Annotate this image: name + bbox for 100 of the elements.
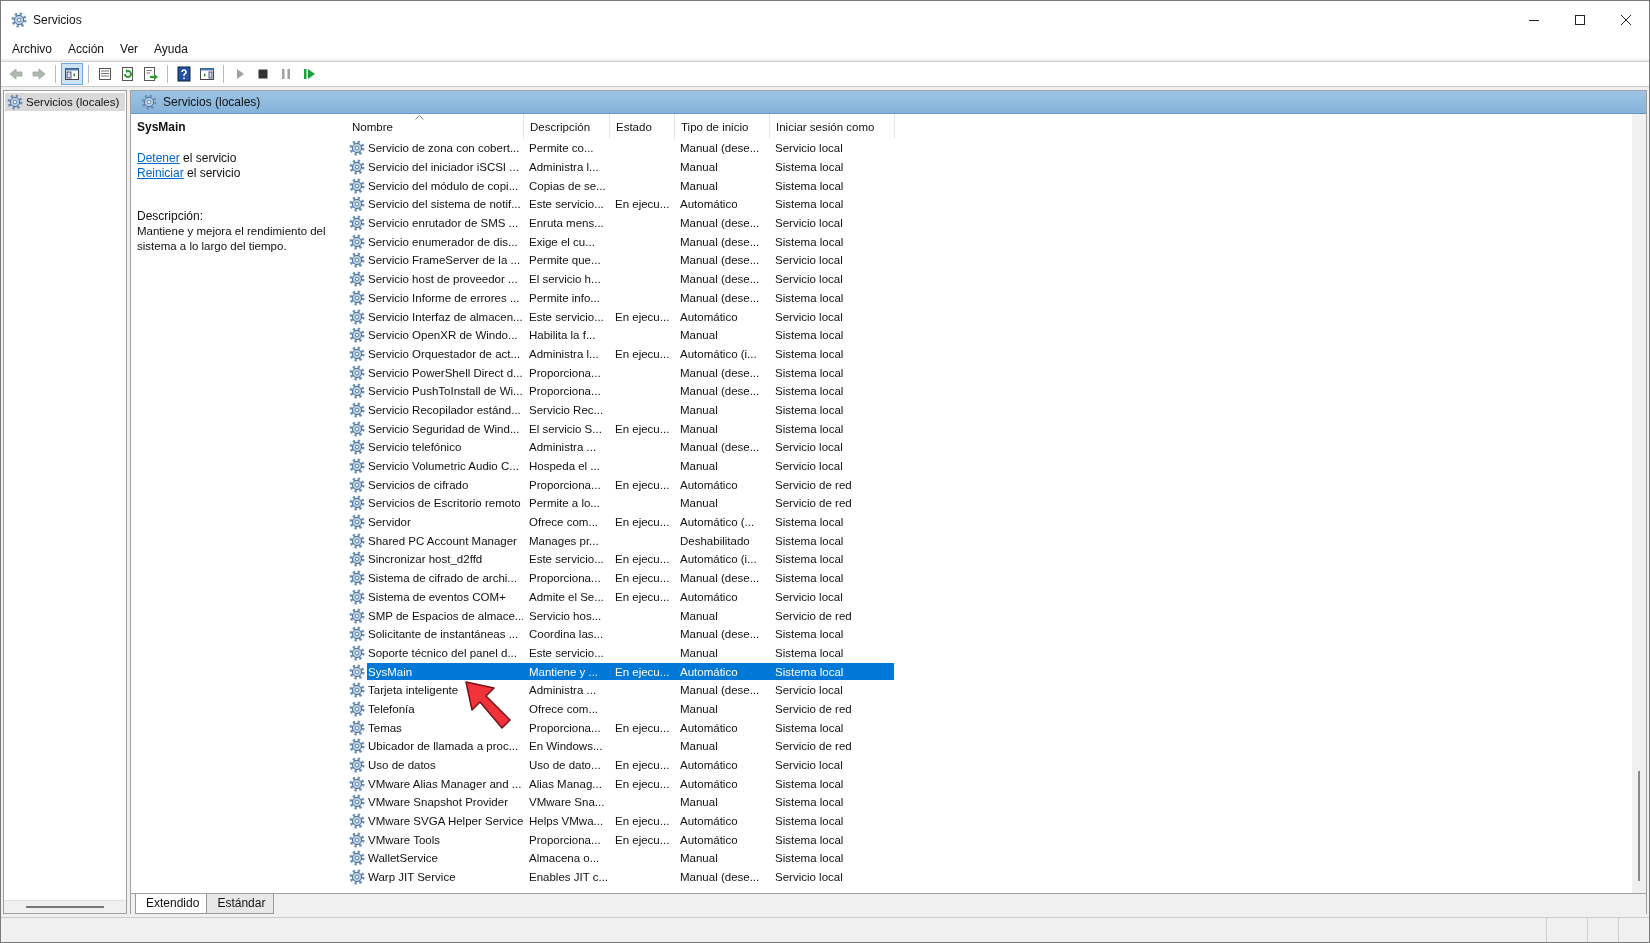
panel-button[interactable]: [61, 63, 83, 85]
service-icon: [349, 626, 365, 643]
table-row[interactable]: Uso de datos Uso de dato... En ejecu... Automático Servicio local: [367, 756, 894, 774]
startup-type-cell: Automático: [680, 665, 738, 678]
table-row[interactable]: Servicios de cifrado Proporciona... En ejecu... Automático Servicio de red: [367, 476, 894, 494]
table-row[interactable]: Servicio PowerShell Direct d... Proporciona... Manual (dese... Sistema local: [367, 364, 894, 382]
column-header[interactable]: Estado: [610, 114, 675, 139]
table-row[interactable]: Sincronizar host_d2ffd Este servicio... En ejecu... Automático (i... Sistema local: [367, 550, 894, 568]
description-cell: Exige el cu...: [529, 235, 595, 248]
table-row[interactable]: Servicio Recopilador estánd... Servicio Rec... Manual Sistema local: [367, 401, 894, 419]
startup-type-cell: Manual (dese...: [680, 366, 760, 379]
table-row[interactable]: Temas Proporciona... En ejecu... Automático Sistema local: [367, 719, 894, 737]
description-cell: Servicio Rec...: [529, 403, 604, 416]
table-row[interactable]: Servicio host de proveedor ... El servicio h... Manual (dese... Servicio local: [367, 270, 894, 288]
table-row[interactable]: Shared PC Account Manager Manages pr... Deshabilitado Sistema local: [367, 532, 894, 550]
forward-arrow-icon: [31, 66, 47, 82]
table-row[interactable]: Servicio Informe de errores ... Permite info... Manual (dese... Sistema local: [367, 289, 894, 307]
table-row[interactable]: Sistema de eventos COM+ Admite el Se... En ejecu... Automático Servicio local: [367, 588, 894, 606]
service-name-cell: Servicio Informe de errores ...: [368, 291, 520, 304]
service-name-cell: Servicio OpenXR de Windo...: [368, 329, 518, 342]
table-row[interactable]: Servicio OpenXR de Windo... Habilita la f... Manual Sistema local: [367, 326, 894, 344]
logon-cell: Sistema local: [775, 553, 844, 566]
table-row[interactable]: Sistema de cifrado de archi... Proporciona... En ejecu... Manual (dese... Sistema local: [367, 569, 894, 587]
scrollbar-thumb[interactable]: [1638, 771, 1640, 881]
table-row[interactable]: VMware Alias Manager and ... Alias Manag... En ejecu... Automático Sistema local: [367, 775, 894, 793]
startup-type-cell: Manual: [680, 403, 718, 416]
table-row[interactable]: Tarjeta inteligente Administra ... Manual (dese... Servicio local: [367, 681, 894, 699]
description-cell: Servicio hos...: [529, 609, 602, 622]
service-icon: [349, 177, 365, 194]
service-name-cell: Soporte técnico del panel d...: [368, 646, 517, 659]
table-row[interactable]: Ubicador de llamada a proc... En Windows... Manual Servicio de red: [367, 737, 894, 755]
table-row[interactable]: Servicio del sistema de notif... Este servicio... En ejecu... Automático Sistema local: [367, 195, 894, 213]
view-tab[interactable]: Estándar: [206, 894, 275, 914]
service-icon: [349, 551, 365, 568]
menu-item[interactable]: Archivo: [4, 42, 60, 56]
startup-type-cell: Automático: [680, 777, 738, 790]
logon-cell: Servicio local: [775, 217, 843, 230]
table-row[interactable]: Solicitante de instantáneas ... Coordina las... Manual (dese... Sistema local: [367, 625, 894, 643]
service-name-cell: Sistema de eventos COM+: [368, 590, 506, 603]
service-name-cell: Servicio enrutador de SMS ...: [368, 217, 519, 230]
table-row[interactable]: Servicio Volumetric Audio C... Hospeda el ... Manual Servicio local: [367, 457, 894, 475]
service-icon: [349, 233, 365, 250]
table-row[interactable]: Servicio telefónico Administra ... Manual (dese... Servicio local: [367, 438, 894, 456]
table-row[interactable]: Servicio FrameServer de la ... Permite que... Manual (dese... Servicio local: [367, 251, 894, 269]
status-cell: En ejecu...: [615, 516, 670, 529]
description-cell: Permite info...: [529, 291, 600, 304]
table-row[interactable]: VMware Snapshot Provider VMware Sna... Manual Sistema local: [367, 793, 894, 811]
table-row[interactable]: Servicio PushToInstall de Wi... Proporciona... Manual (dese... Sistema local: [367, 382, 894, 400]
logon-cell: Servicio local: [775, 460, 843, 473]
table-row[interactable]: SMP de Espacios de almace... Servicio hos... Manual Servicio de red: [367, 607, 894, 625]
service-name-cell: Telefonía: [368, 702, 415, 715]
column-header[interactable]: Nombre: [343, 114, 524, 139]
description-cell: Enruta mens...: [529, 217, 604, 230]
table-row[interactable]: Servicio Orquestador de act... Administra l... En ejecu... Automático (i... Sistema local: [367, 345, 894, 363]
table-row[interactable]: Servicios de Escritorio remoto Permite a lo... Manual Servicio de red: [367, 494, 894, 512]
link[interactable]: Reiniciar: [137, 166, 184, 180]
table-row[interactable]: Servicio enrutador de SMS ... Enruta mens... Manual (dese... Servicio local: [367, 214, 894, 232]
menu-item[interactable]: Ayuda: [146, 42, 196, 56]
description-cell: Proporciona...: [529, 833, 601, 846]
table-row[interactable]: WalletService Almacena o... Manual Sistema local: [367, 849, 894, 867]
description-cell: Este servicio...: [529, 553, 604, 566]
status-cell: En ejecu...: [615, 198, 670, 211]
menu-item[interactable]: Ver: [112, 42, 147, 56]
logon-cell: Sistema local: [775, 628, 844, 641]
scrollbar-thumb[interactable]: [26, 906, 104, 908]
service-name-cell: Servidor: [368, 516, 411, 529]
column-header[interactable]: Tipo de inicio: [675, 114, 770, 139]
column-header[interactable]: Iniciar sesión como: [770, 114, 895, 139]
tree-item[interactable]: Servicios (locales): [5, 93, 125, 111]
table-row[interactable]: VMware SVGA Helper Service Helps VMwa... En ejecu... Automático Sistema local: [367, 812, 894, 830]
column-header[interactable]: Descripción: [524, 114, 610, 139]
view-tab[interactable]: Extendido: [135, 894, 209, 914]
table-row[interactable]: Servicio enumerador de dis... Exige el cu... Manual (dese... Sistema local: [367, 233, 894, 251]
refresh-icon: [120, 66, 136, 82]
table-row[interactable]: Servicio Interfaz de almacen... Este servicio... En ejecu... Automático Servicio local: [367, 308, 894, 326]
table-row[interactable]: SysMain Mantiene y ... En ejecu... Automático Sistema local: [367, 663, 894, 681]
service-name-cell: Temas: [368, 721, 402, 734]
service-icon: [349, 532, 365, 549]
description-cell: Helps VMwa...: [529, 815, 604, 828]
menu-item[interactable]: Acción: [60, 42, 113, 56]
service-name-cell: Servicio telefónico: [368, 441, 462, 454]
description-cell: Habilita la f...: [529, 329, 596, 342]
startup-type-cell: Manual (dese...: [680, 273, 760, 286]
table-row[interactable]: VMware Tools Proporciona... En ejecu... Automático Sistema local: [367, 831, 894, 849]
table-row[interactable]: Warp JIT Service Enables JIT c... Manual (dese... Servicio local: [367, 868, 894, 886]
table-row[interactable]: Servicio de zona con cobert... Permite co... Manual (dese... Servicio local: [367, 139, 894, 157]
table-row[interactable]: Telefonía Ofrece com... Manual Servicio de red: [367, 700, 894, 718]
startup-type-cell: Manual: [680, 646, 718, 659]
startup-type-cell: Manual (dese...: [680, 871, 760, 884]
table-row[interactable]: Servidor Ofrece com... En ejecu... Automático (... Sistema local: [367, 513, 894, 531]
table-row[interactable]: Servicio del módulo de copi... Copias de se... Manual Sistema local: [367, 177, 894, 195]
logon-cell: Sistema local: [775, 815, 844, 828]
link[interactable]: Detener: [137, 151, 180, 165]
logon-cell: Servicio local: [775, 759, 843, 772]
startup-type-cell: Automático (i...: [680, 347, 757, 360]
service-icon: [349, 401, 365, 418]
table-row[interactable]: Servicio del iniciador iSCSI ... Administra l... Manual Sistema local: [367, 158, 894, 176]
table-row[interactable]: Soporte técnico del panel d... Este servicio... Manual Sistema local: [367, 644, 894, 662]
startup-type-cell: Manual (dese...: [680, 217, 760, 230]
table-row[interactable]: Servicio Seguridad de Wind... El servicio S... En ejecu... Manual Sistema local: [367, 420, 894, 438]
